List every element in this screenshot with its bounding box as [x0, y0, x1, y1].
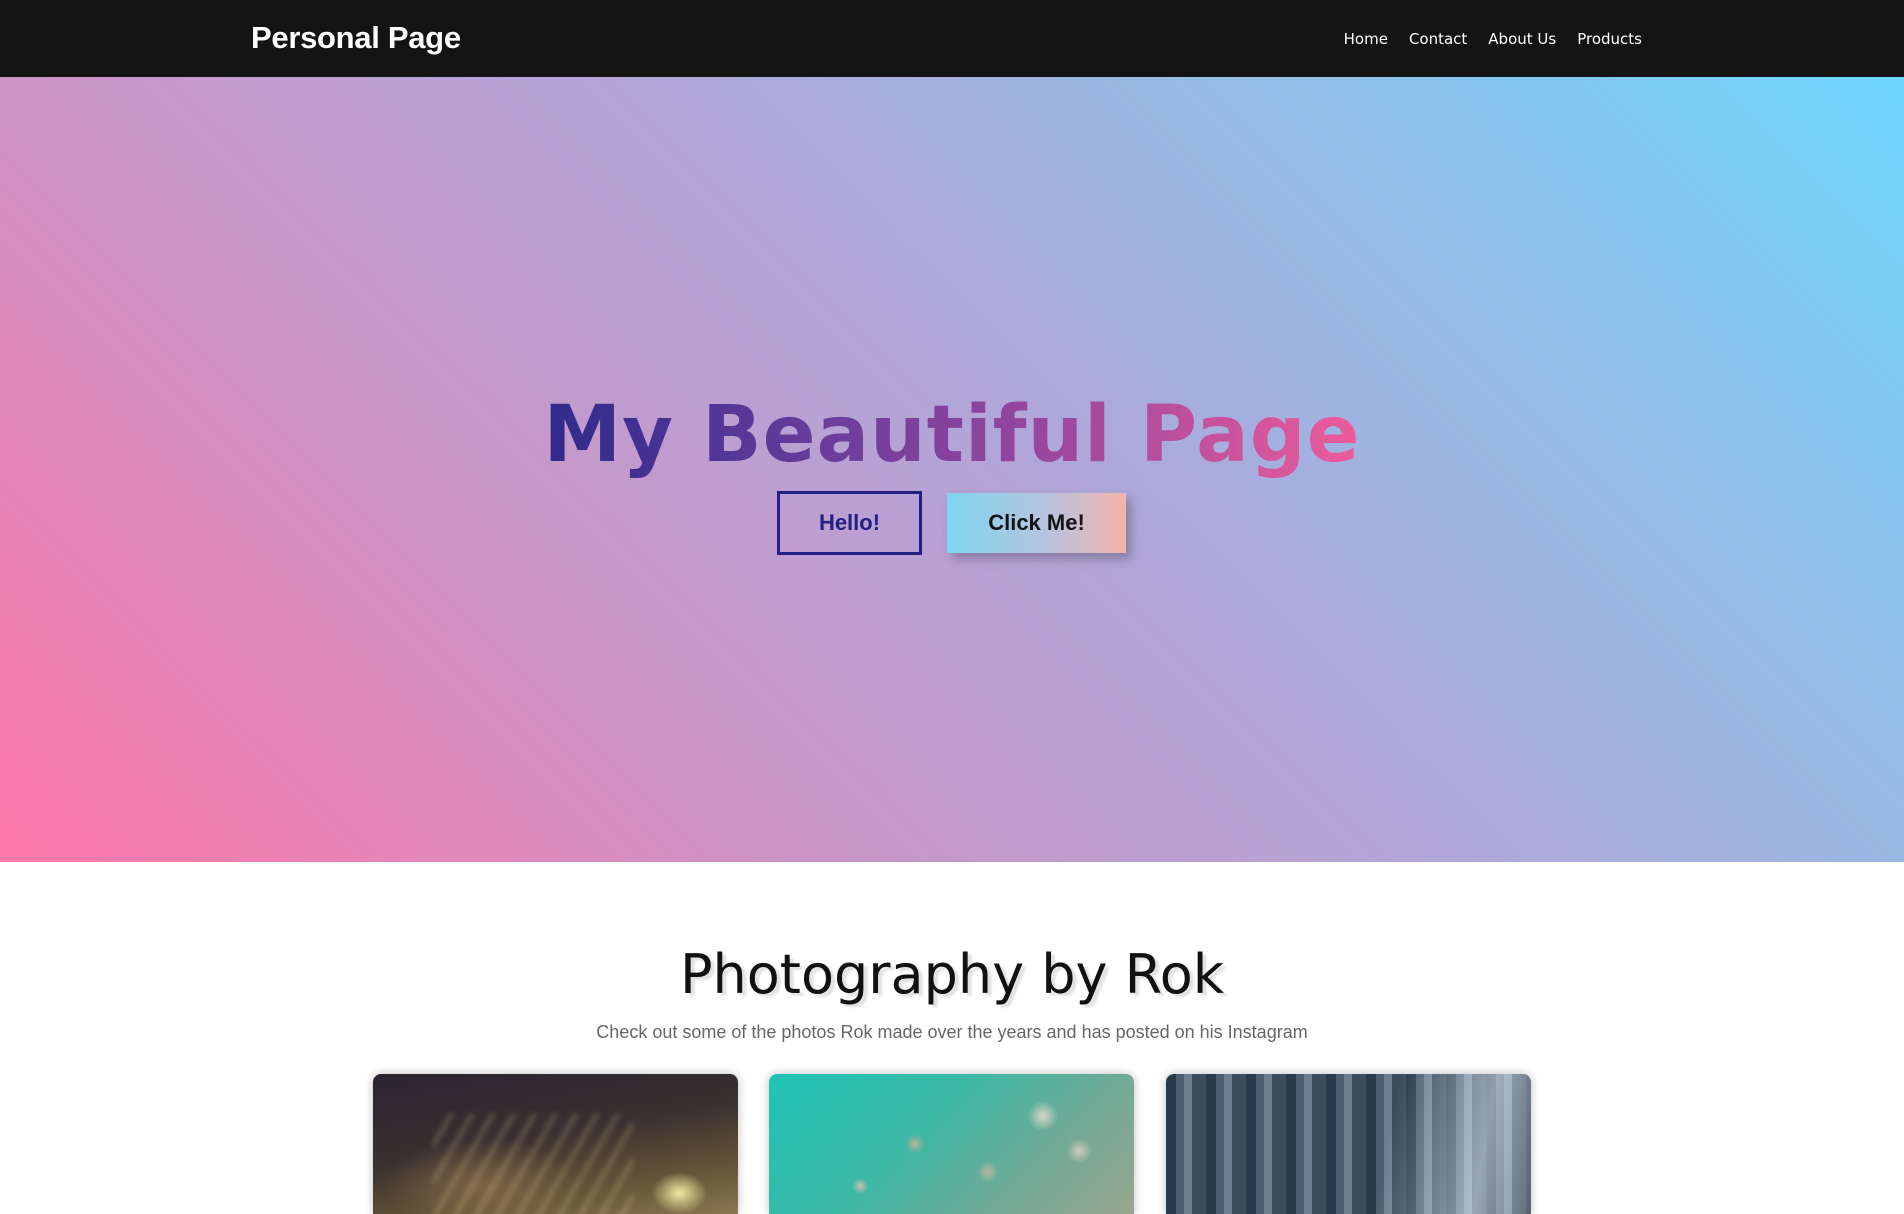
top-navbar: Personal Page Home Contact About Us Prod… [0, 0, 1904, 77]
photo-card-night-street[interactable] [373, 1074, 738, 1214]
nav-link-home[interactable]: Home [1344, 28, 1388, 50]
photo-card-rocky-shore[interactable] [769, 1074, 1134, 1214]
nav-link-about-us[interactable]: About Us [1488, 28, 1556, 50]
click-me-button[interactable]: Click Me! [947, 493, 1126, 553]
nav-link-products[interactable]: Products [1577, 28, 1642, 50]
nav-link-contact[interactable]: Contact [1409, 28, 1467, 50]
photo-gallery [373, 1074, 1531, 1214]
photo-card-forest[interactable] [1166, 1074, 1531, 1214]
hero-title: My Beautiful Page [0, 387, 1904, 483]
photography-subtitle: Check out some of the photos Rok made ov… [596, 1022, 1308, 1042]
hero-title-text: My Beautiful Page [543, 390, 1361, 480]
photography-title: Photography by Rok [679, 943, 1225, 1006]
site-brand[interactable]: Personal Page [251, 19, 461, 57]
hello-button[interactable]: Hello! [777, 491, 922, 555]
hero-section: My Beautiful Page Hello! Click Me! [0, 77, 1904, 862]
nav-links: Home Contact About Us Products [1344, 28, 1642, 50]
